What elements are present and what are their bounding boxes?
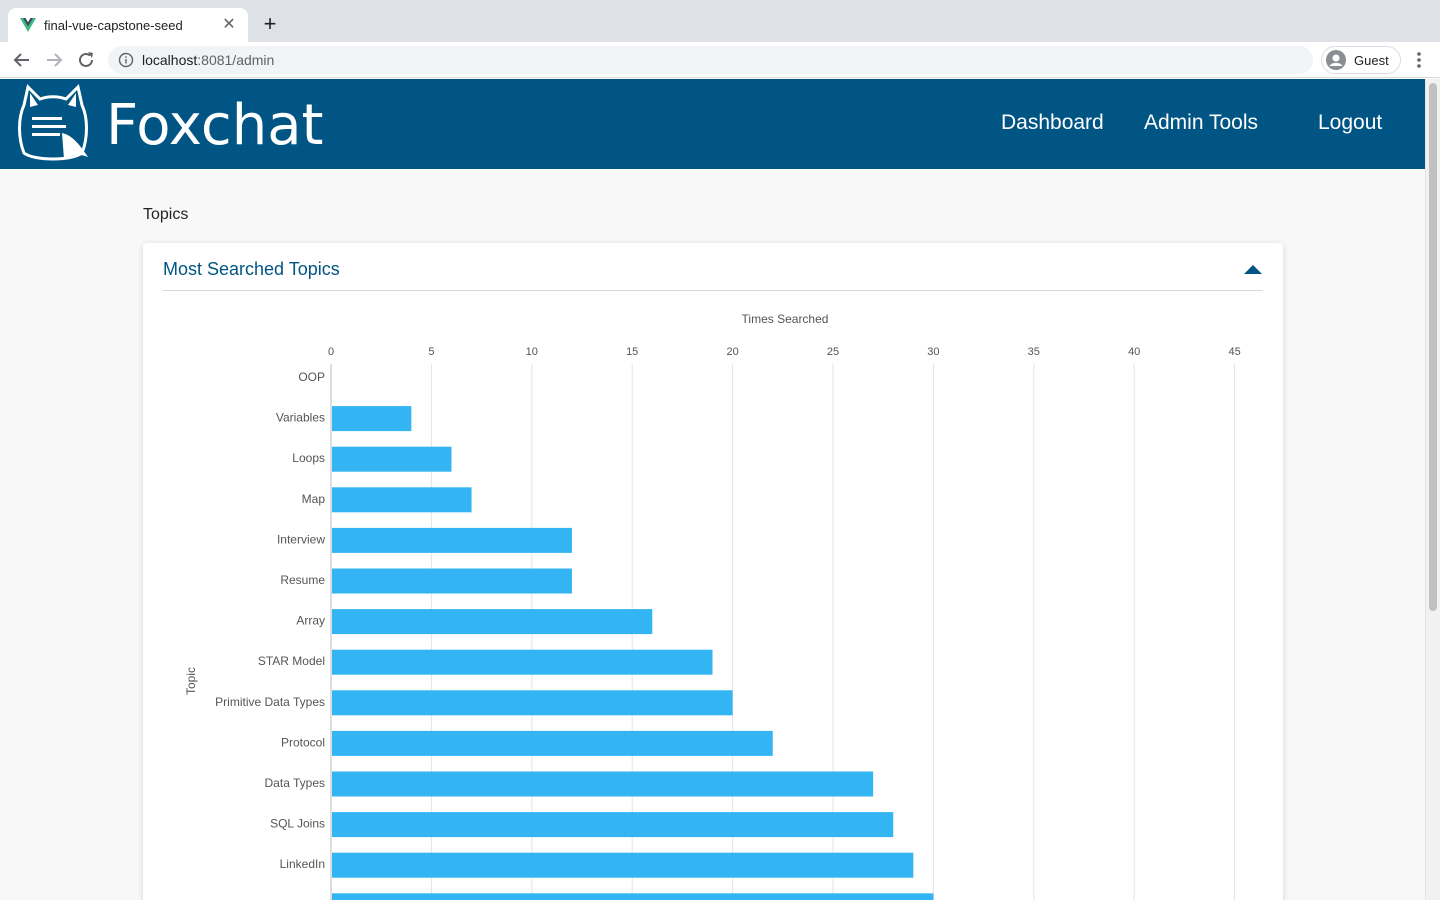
fox-logo-icon[interactable] (16, 83, 90, 163)
avatar-icon (1326, 50, 1346, 70)
browser-tabstrip: final-vue-capstone-seed ✕ + (0, 0, 1440, 42)
app-header: Foxchat Dashboard Admin Tools Logout (0, 79, 1425, 169)
back-arrow-icon[interactable] (10, 48, 34, 72)
reload-icon[interactable] (74, 48, 98, 72)
topics-card: Most Searched Topics (143, 243, 1283, 900)
brand-title[interactable]: Foxchat (106, 93, 323, 158)
address-bar[interactable]: localhost:8081/admin (108, 46, 1313, 74)
browser-tab[interactable]: final-vue-capstone-seed ✕ (8, 8, 248, 42)
scrollbar-thumb[interactable] (1429, 83, 1437, 611)
new-tab-icon[interactable]: + (258, 13, 282, 37)
more-menu-icon[interactable] (1408, 48, 1430, 72)
nav-logout[interactable]: Logout (1318, 111, 1382, 135)
url-host: localhost (142, 52, 198, 68)
card-title: Most Searched Topics (163, 259, 340, 279)
url-path: :8081/admin (197, 52, 275, 68)
tab-title: final-vue-capstone-seed (44, 17, 183, 33)
collapse-up-icon[interactable] (1243, 261, 1263, 277)
card-divider (163, 290, 1263, 291)
browser-toolbar: localhost:8081/admin Guest (0, 42, 1440, 78)
info-icon[interactable] (118, 52, 134, 68)
vue-logo-icon (20, 18, 36, 32)
forward-arrow-icon[interactable] (42, 48, 66, 72)
profile-label: Guest (1354, 52, 1389, 68)
close-tab-icon[interactable]: ✕ (220, 16, 238, 34)
section-label: Topics (143, 206, 189, 223)
profile-button[interactable]: Guest (1321, 46, 1401, 74)
nav-admin-tools[interactable]: Admin Tools (1144, 111, 1258, 135)
nav-dashboard[interactable]: Dashboard (1001, 111, 1104, 135)
page-scrollbar[interactable] (1425, 79, 1440, 900)
